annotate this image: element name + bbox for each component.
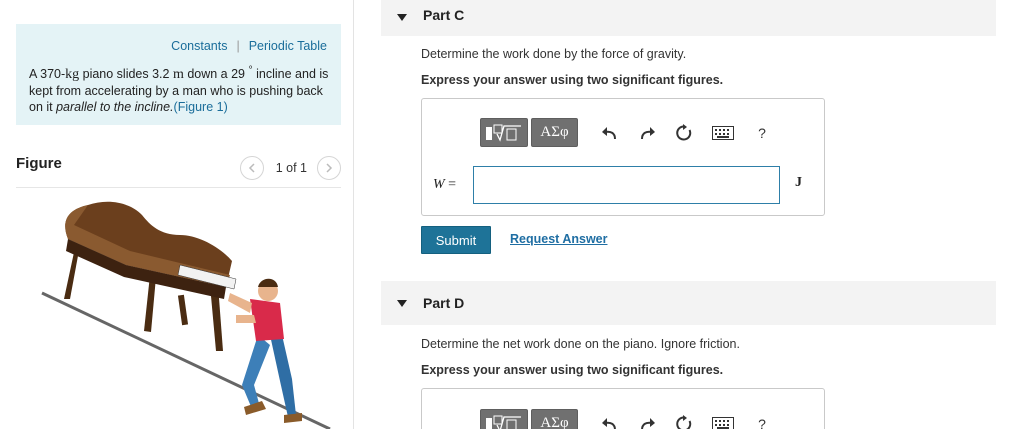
part-d-question: Determine the net work done on the piano…: [421, 337, 740, 351]
figure-header: Figure 1 of 1: [16, 150, 341, 188]
reset-icon: [676, 123, 692, 140]
undo-icon: [602, 417, 616, 429]
figure-pager: 1 of 1: [239, 156, 341, 180]
undo-button[interactable]: [598, 122, 620, 144]
resource-links: Constants | Periodic Table: [171, 39, 327, 53]
next-figure-button[interactable]: [317, 156, 341, 180]
greek-symbols-button[interactable]: ΑΣφ: [531, 409, 578, 429]
caret-down-icon: [397, 300, 407, 307]
undo-icon: [602, 126, 616, 139]
part-d-title: Part D: [423, 295, 465, 311]
reset-button[interactable]: [673, 413, 695, 429]
unit-kg: kg: [65, 67, 80, 83]
problem-statement: A 370-kg piano slides 3.2 m down a 29 ° …: [29, 63, 329, 115]
problem-text-part: A 370-: [29, 67, 66, 82]
left-panel: Constants | Periodic Table A 370-kg piano …: [0, 0, 354, 429]
unit-m: m: [172, 67, 184, 83]
part-c-answer-box: ΑΣφ ? W =: [421, 98, 825, 216]
templates-icon: [486, 124, 521, 142]
keyboard-button[interactable]: [711, 122, 735, 144]
problem-italic-text: parallel to the incline.: [56, 100, 174, 115]
request-answer-link[interactable]: Request Answer: [510, 232, 607, 246]
equals-sign: =: [444, 177, 457, 192]
caret-down-icon: [397, 14, 407, 21]
link-separator: |: [236, 39, 240, 53]
part-d-instruction: Express your answer using two significan…: [421, 363, 724, 377]
part-c-header[interactable]: Part C: [381, 0, 996, 36]
help-button[interactable]: ?: [751, 122, 773, 144]
redo-icon: [641, 126, 655, 139]
math-toolbar: ΑΣφ ?: [480, 409, 773, 429]
templates-icon: [486, 415, 521, 429]
problem-box: Constants | Periodic Table A 370-kg piano …: [16, 24, 341, 125]
answer-input[interactable]: [473, 166, 780, 204]
keyboard-icon: [712, 416, 734, 429]
figure-label: Figure: [16, 155, 62, 172]
unit-label: J: [795, 175, 802, 190]
part-d-header[interactable]: Part D: [381, 281, 996, 325]
undo-button[interactable]: [598, 413, 620, 429]
variable-symbol: W: [433, 177, 445, 192]
piano-incline-figure: [41, 201, 331, 429]
math-toolbar: ΑΣφ ?: [480, 118, 773, 147]
keyboard-icon: [712, 125, 734, 140]
figure-link[interactable]: (Figure 1): [174, 100, 228, 114]
submit-button[interactable]: Submit: [421, 226, 491, 254]
chevron-right-icon: [326, 163, 333, 173]
greek-symbols-button[interactable]: ΑΣφ: [531, 118, 578, 147]
constants-link[interactable]: Constants: [171, 39, 227, 53]
chevron-left-icon: [248, 163, 255, 173]
redo-icon: [641, 417, 655, 429]
help-button[interactable]: ?: [751, 413, 773, 429]
pager-text: 1 of 1: [275, 161, 307, 175]
part-d-answer-box: ΑΣφ ?: [421, 388, 825, 429]
redo-button[interactable]: [637, 413, 659, 429]
part-c-title: Part C: [423, 7, 465, 23]
redo-button[interactable]: [637, 122, 659, 144]
reset-icon: [676, 414, 692, 429]
problem-text-part: piano slides 3.2: [79, 67, 173, 82]
variable-label: W =: [433, 177, 456, 193]
templates-button[interactable]: [480, 409, 528, 429]
prev-figure-button[interactable]: [239, 156, 264, 180]
part-c-question: Determine the work done by the force of …: [421, 47, 687, 61]
part-c-instruction: Express your answer using two significan…: [421, 73, 724, 87]
templates-button[interactable]: [480, 118, 528, 147]
periodic-table-link[interactable]: Periodic Table: [249, 39, 327, 53]
keyboard-button[interactable]: [711, 413, 735, 429]
problem-text-part: down a 29: [183, 67, 249, 82]
reset-button[interactable]: [673, 122, 695, 144]
